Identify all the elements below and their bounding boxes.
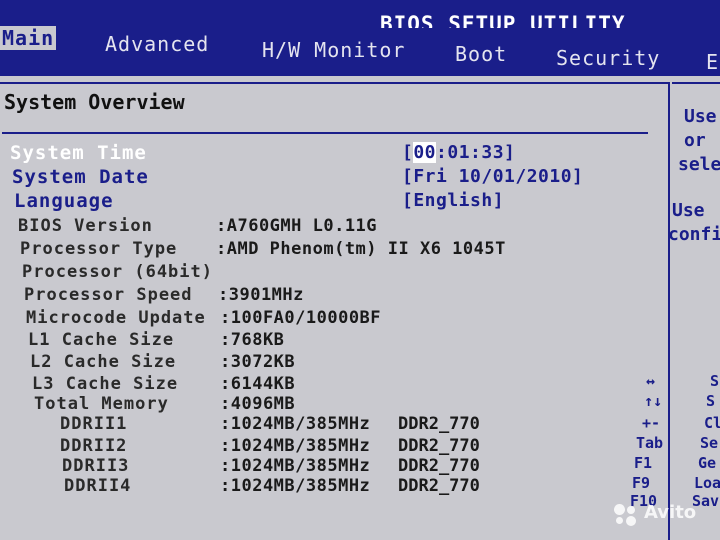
tab-main[interactable]: Main [0, 26, 57, 50]
info-value: :100FA0/10000BF [220, 308, 382, 328]
avito-watermark: Avito [614, 500, 718, 528]
tab-exit[interactable]: E [706, 50, 719, 74]
main-panel: System Overview System Time [00:01:33] S… [0, 76, 720, 540]
key-f1: F1 [634, 454, 653, 472]
language-value[interactable]: [English] [402, 190, 504, 211]
system-time-label: System Time [10, 142, 147, 164]
memory-slot-type: DDR2_770 [398, 476, 480, 496]
info-row: L1 Cache Size :768KB [0, 330, 640, 352]
tab-security[interactable]: Security [556, 46, 660, 70]
memory-slot-row: DDRII1 :1024MB/385MHz DDR2_770 [0, 414, 640, 436]
memory-slot-value: :1024MB/385MHz [220, 436, 371, 456]
memory-slot-value: :1024MB/385MHz [220, 476, 371, 496]
system-time-row[interactable]: System Time [00:01:33] [0, 142, 640, 164]
info-value: :768KB [220, 330, 285, 350]
info-value: :A760GMH L0.11G [216, 216, 378, 236]
watermark-text: Avito [644, 502, 697, 523]
help-line: Use [672, 200, 705, 221]
memory-slot-row: DDRII2 :1024MB/385MHz DDR2_770 [0, 436, 640, 458]
info-value: :4096MB [220, 394, 296, 414]
memory-slot-type: DDR2_770 [398, 414, 480, 434]
memory-slot-label: DDRII4 [64, 476, 132, 496]
key-desc: S [706, 392, 716, 410]
info-value: :3072KB [220, 352, 296, 372]
system-time-value[interactable]: [00:01:33] [402, 142, 515, 163]
menu-bar: Main Advanced H/W Monitor Boot Security … [0, 26, 720, 76]
key-up-down-arrows-icon: ↑↓ [644, 392, 663, 410]
info-row: BIOS Version :A760GMH L0.11G [0, 216, 640, 238]
system-date-value[interactable]: [Fri 10/01/2010] [402, 166, 583, 187]
memory-slot-label: DDRII3 [62, 456, 130, 476]
info-label: L1 Cache Size [28, 330, 175, 350]
language-label: Language [14, 190, 114, 212]
key-tab: Tab [636, 434, 664, 452]
memory-slot-row: DDRII3 :1024MB/385MHz DDR2_770 [0, 456, 640, 478]
info-row: Processor Type :AMD Phenom(tm) II X6 104… [0, 239, 640, 261]
info-row: L2 Cache Size :3072KB [0, 352, 640, 374]
tab-advanced[interactable]: Advanced [105, 32, 209, 56]
info-value: :6144KB [220, 374, 296, 394]
help-line: or [684, 130, 706, 151]
memory-slot-row: DDRII4 :1024MB/385MHz DDR2_770 [0, 476, 640, 498]
section-divider [2, 132, 648, 134]
memory-slot-value: :1024MB/385MHz [220, 456, 371, 476]
system-date-row[interactable]: System Date [Fri 10/01/2010] [0, 166, 640, 188]
system-date-label: System Date [12, 166, 149, 188]
tab-hw-monitor[interactable]: H/W Monitor [262, 38, 405, 62]
key-desc: Se [700, 434, 719, 452]
key-desc: Cl [704, 414, 720, 432]
memory-slot-type: DDR2_770 [398, 436, 480, 456]
info-value: :AMD Phenom(tm) II X6 1045T [216, 239, 506, 259]
tab-boot[interactable]: Boot [455, 42, 507, 66]
section-title: System Overview [4, 90, 185, 114]
key-desc: Ge [698, 454, 717, 472]
language-row[interactable]: Language [English] [0, 190, 640, 212]
system-overview-box: System Overview System Time [00:01:33] S… [0, 82, 670, 540]
time-cursor[interactable]: 00 [413, 142, 437, 163]
info-label: Total Memory [34, 394, 169, 414]
info-label: Microcode Update [26, 308, 206, 328]
info-label: L2 Cache Size [30, 352, 177, 372]
info-row: L3 Cache Size :6144KB [0, 374, 640, 396]
info-value: :3901MHz [218, 285, 304, 305]
info-row: Total Memory :4096MB [0, 394, 640, 416]
help-line: confi [668, 224, 720, 245]
title-bar: BIOS SETUP UTILITY [0, 0, 720, 36]
key-plus-minus: +- [642, 414, 661, 432]
info-label: L3 Cache Size [32, 374, 179, 394]
key-f9: F9 [632, 474, 651, 492]
memory-slot-type: DDR2_770 [398, 456, 480, 476]
help-line: Use [684, 106, 717, 127]
key-left-right-arrows-icon: ↔ [646, 372, 656, 390]
memory-slot-value: :1024MB/385MHz [220, 414, 371, 434]
info-row: Processor (64bit) [0, 262, 640, 284]
key-desc: Loa [694, 474, 720, 492]
help-line: sele [678, 154, 720, 175]
info-label: Processor (64bit) [22, 262, 213, 282]
memory-slot-label: DDRII2 [60, 436, 128, 456]
info-label: BIOS Version [18, 216, 153, 236]
key-desc: S [710, 372, 720, 390]
info-row: Processor Speed :3901MHz [0, 285, 640, 307]
memory-slot-label: DDRII1 [60, 414, 128, 434]
info-label: Processor Speed [24, 285, 193, 305]
info-row: Microcode Update :100FA0/10000BF [0, 308, 640, 330]
avito-logo-icon [614, 504, 640, 526]
info-label: Processor Type [20, 239, 178, 259]
